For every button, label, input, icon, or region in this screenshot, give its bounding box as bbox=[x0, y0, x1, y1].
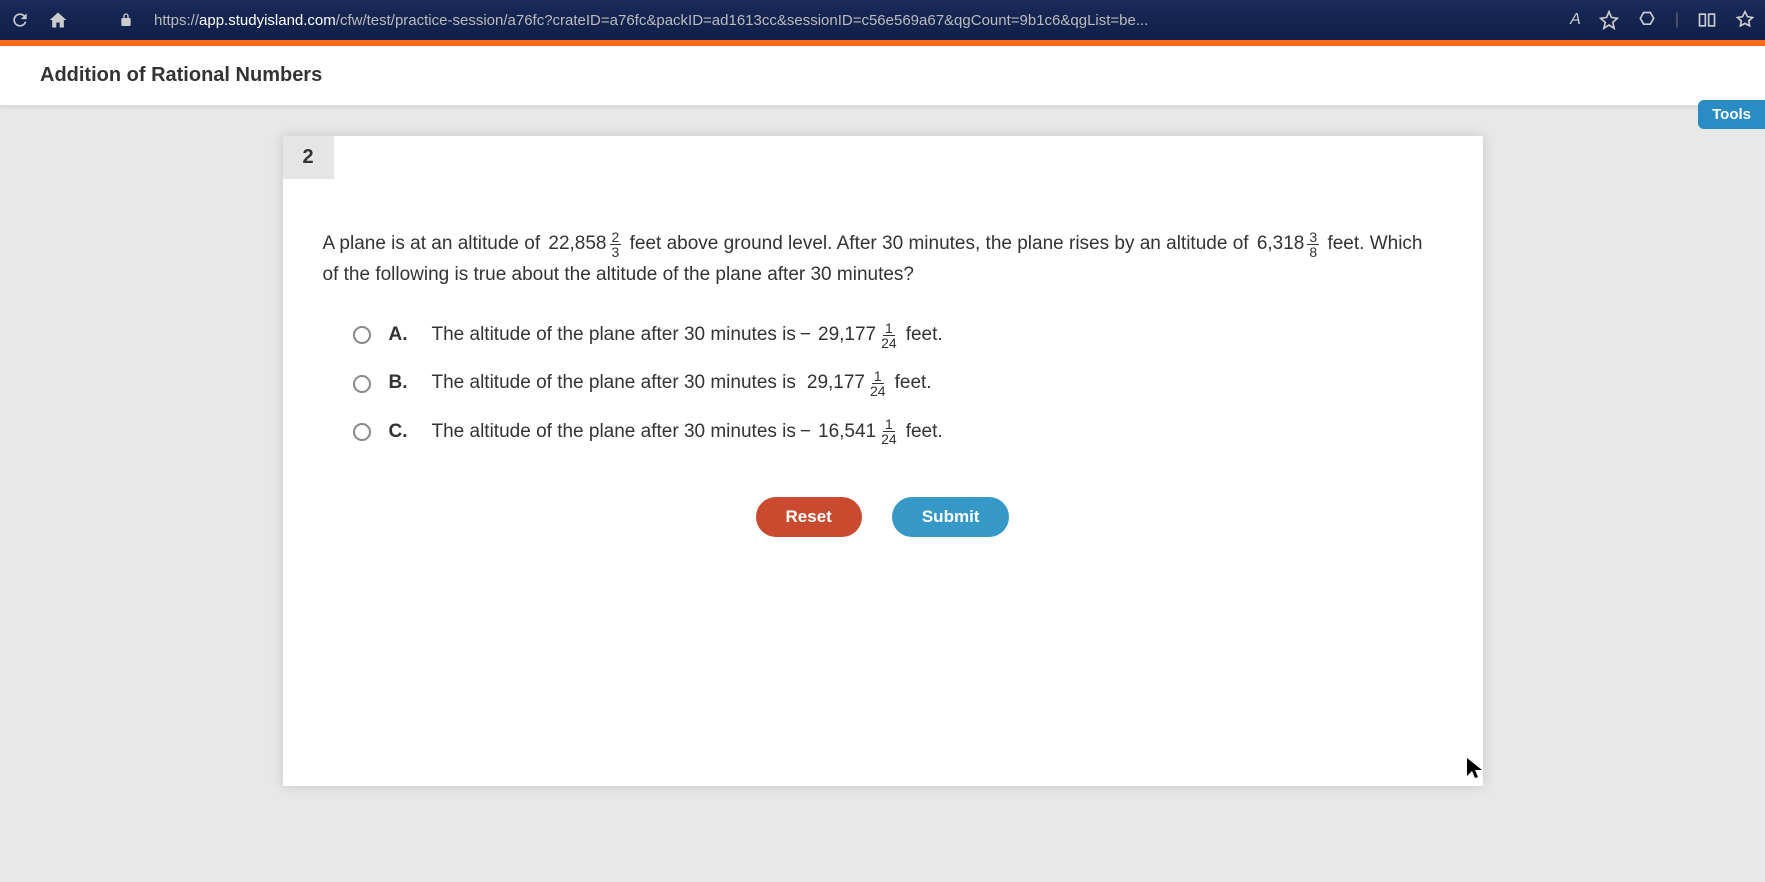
page-header: Addition of Rational Numbers bbox=[0, 46, 1765, 106]
question-text: A plane is at an altitude of 22,858 23 f… bbox=[323, 229, 1443, 290]
radio-a[interactable] bbox=[353, 326, 371, 344]
browser-address-bar: https://app.studyisland.com/cfw/test/pra… bbox=[0, 0, 1765, 40]
reset-button[interactable]: Reset bbox=[756, 497, 862, 537]
collections-icon[interactable] bbox=[1735, 10, 1755, 30]
content-area: 2 A plane is at an altitude of 22,858 23… bbox=[0, 106, 1765, 786]
submit-button[interactable]: Submit bbox=[892, 497, 1010, 537]
split-screen-icon[interactable] bbox=[1697, 10, 1717, 30]
question-card: 2 A plane is at an altitude of 22,858 23… bbox=[283, 136, 1483, 786]
answer-options: A. The altitude of the plane after 30 mi… bbox=[353, 320, 1443, 447]
read-aloud-icon[interactable]: A bbox=[1570, 11, 1581, 29]
lock-icon[interactable] bbox=[116, 10, 136, 30]
altitude-2-value: 6,318 38 bbox=[1257, 229, 1319, 259]
page-title: Addition of Rational Numbers bbox=[40, 64, 322, 87]
radio-c[interactable] bbox=[353, 423, 371, 441]
action-buttons: Reset Submit bbox=[323, 497, 1443, 537]
radio-b[interactable] bbox=[353, 375, 371, 393]
question-number-tab: 2 bbox=[283, 136, 334, 179]
tools-button[interactable]: Tools bbox=[1698, 100, 1765, 129]
option-c[interactable]: C. The altitude of the plane after 30 mi… bbox=[353, 417, 1443, 447]
star-icon[interactable] bbox=[1599, 10, 1619, 30]
altitude-1-value: 22,858 23 bbox=[548, 229, 621, 259]
option-a[interactable]: A. The altitude of the plane after 30 mi… bbox=[353, 320, 1443, 350]
refresh-icon[interactable] bbox=[10, 10, 30, 30]
extensions-icon[interactable] bbox=[1637, 10, 1657, 30]
option-b[interactable]: B. The altitude of the plane after 30 mi… bbox=[353, 368, 1443, 398]
url-text[interactable]: https://app.studyisland.com/cfw/test/pra… bbox=[154, 12, 1552, 29]
mouse-cursor-icon bbox=[1463, 756, 1487, 787]
home-icon[interactable] bbox=[48, 10, 68, 30]
